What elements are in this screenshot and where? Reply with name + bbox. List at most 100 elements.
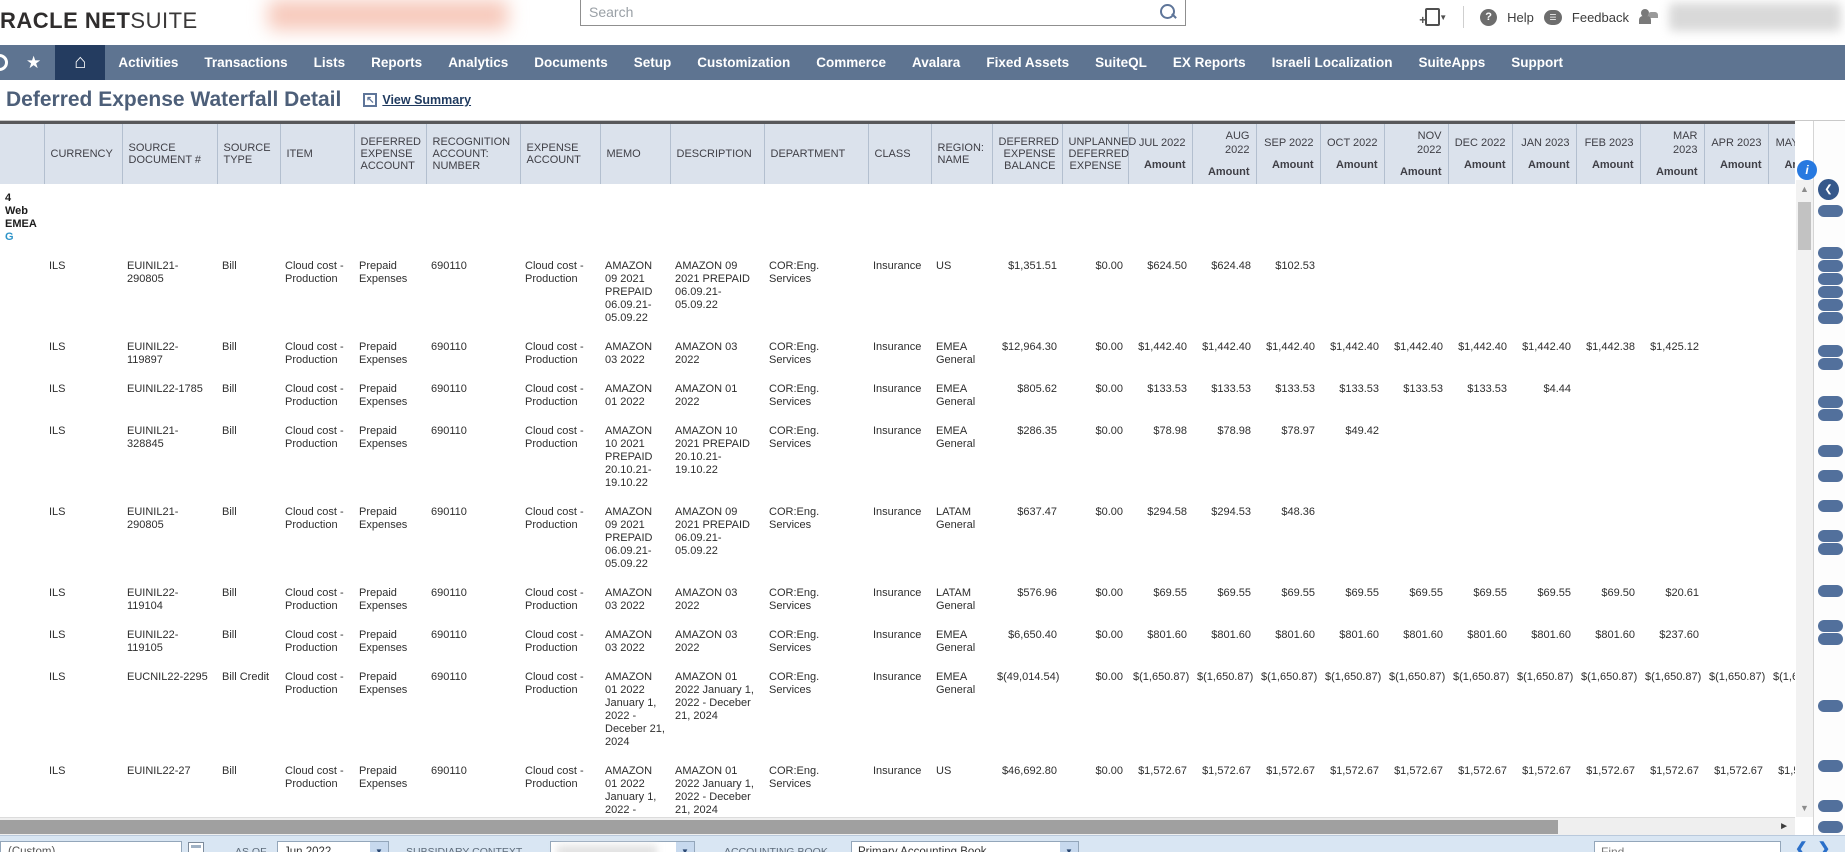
nav-item-documents[interactable]: Documents — [521, 55, 621, 70]
cell-class: Insurance — [873, 506, 922, 518]
month-column-header: APR 2023 Amount — [1703, 124, 1768, 184]
vertical-scroll-thumb[interactable] — [1798, 202, 1811, 250]
strip-pill[interactable] — [1818, 445, 1843, 457]
accounting-book-dropdown[interactable]: Primary Accounting Book ▼ — [851, 841, 1079, 852]
nav-item-lists[interactable]: Lists — [301, 55, 359, 70]
cell-recognition-account-number: 690110 — [431, 383, 467, 395]
page-next-icon[interactable]: ❯ — [1818, 839, 1831, 852]
report-table-viewport: CURRENCY SOURCE DOCUMENT # SOURCE TYPE ITEM… — [0, 121, 1795, 817]
accounting-book-value: Primary Accounting Book — [858, 846, 987, 852]
table-row: ILS EUCNIL22-2295 Bill Credit Cloud cost - … — [0, 668, 1795, 762]
feedback-icon[interactable]: ☰ — [1543, 9, 1562, 25]
strip-pill[interactable] — [1818, 409, 1843, 421]
strip-pill[interactable] — [1818, 247, 1843, 259]
subsidiary-dropdown[interactable]: ▼ — [550, 841, 695, 852]
cell-month-amount — [1320, 257, 1384, 338]
strip-pill[interactable] — [1818, 358, 1843, 370]
home-icon[interactable]: ⌂ — [55, 45, 106, 80]
search-icon[interactable] — [1159, 3, 1177, 21]
custom-range-field[interactable]: (Custom) — [0, 841, 182, 852]
table-row: ILS EUINIL21-290805 Bill Cloud cost - Produ… — [0, 257, 1795, 338]
help-icon[interactable]: ? — [1480, 8, 1498, 26]
caret-down-icon: ▼ — [1060, 842, 1078, 852]
cell-deferred-expense-balance: $576.96 — [1017, 587, 1057, 599]
nav-item-transactions[interactable]: Transactions — [191, 55, 300, 70]
strip-pill[interactable] — [1818, 286, 1843, 298]
nav-item-fixed-assets[interactable]: Fixed Assets — [973, 55, 1082, 70]
group-link-fragment[interactable]: G — [5, 231, 1795, 244]
strip-pill[interactable] — [1818, 345, 1843, 357]
strip-pill[interactable] — [1818, 585, 1843, 597]
view-summary-link[interactable]: ↖ View Summary — [363, 93, 471, 107]
cell-region: EMEA General — [936, 671, 976, 696]
cell-month-amount: $1,572.67 — [1458, 765, 1507, 777]
cell-expense-account: Cloud cost - Production — [525, 383, 584, 408]
strip-pill[interactable] — [1818, 821, 1843, 833]
cell-expense-account: Cloud cost - Production — [525, 629, 584, 654]
strip-pill[interactable] — [1818, 273, 1843, 285]
nav-item-activities[interactable]: Activities — [105, 55, 191, 70]
strip-pill[interactable] — [1818, 470, 1843, 482]
cell-region: US — [936, 765, 952, 777]
collapse-panel-icon[interactable]: ❮ — [1818, 179, 1839, 200]
nav-item-ex-reports[interactable]: EX Reports — [1160, 55, 1259, 70]
nav-item-avalara[interactable]: Avalara — [899, 55, 973, 70]
cell-deferred-expense-balance: $637.47 — [1017, 506, 1057, 518]
strip-pill[interactable] — [1818, 543, 1843, 555]
strip-pill[interactable] — [1818, 260, 1843, 272]
strip-pill[interactable] — [1818, 500, 1843, 512]
cell-month-amount: $(1,650.87) — [1453, 671, 1510, 683]
strip-pill[interactable] — [1818, 620, 1843, 632]
strip-pill[interactable] — [1818, 700, 1843, 712]
scroll-down-icon[interactable]: ▼ — [1796, 803, 1813, 813]
strip-pill[interactable] — [1818, 633, 1843, 645]
roles-menu-button[interactable]: ▼ — [1419, 7, 1447, 27]
cell-recognition-account-number: 690110 — [431, 425, 467, 437]
horizontal-scroll-thumb[interactable] — [0, 820, 1558, 834]
user-roles-icon[interactable] — [1639, 9, 1659, 25]
feedback-link[interactable]: Feedback — [1572, 10, 1629, 25]
cell-unplanned-deferred-expense: $0.00 — [1095, 765, 1123, 777]
nav-item-suiteql[interactable]: SuiteQL — [1082, 55, 1160, 70]
cell-month-amount: $20.61 — [1665, 587, 1699, 599]
nav-item-commerce[interactable]: Commerce — [803, 55, 899, 70]
cell-month-amount: $1,572.67 — [1714, 765, 1763, 777]
cell-month-amount: $801.60 — [1467, 629, 1507, 641]
strip-pill[interactable] — [1818, 800, 1843, 812]
strip-pill[interactable] — [1818, 530, 1843, 542]
cell-source-type: Bill — [222, 425, 237, 437]
nav-item-analytics[interactable]: Analytics — [435, 55, 521, 70]
cell-month-amount — [1768, 380, 1795, 422]
strip-pill[interactable] — [1818, 299, 1843, 311]
nav-item-support[interactable]: Support — [1498, 55, 1576, 70]
nav-item-israeli-localization[interactable]: Israeli Localization — [1259, 55, 1406, 70]
cell-class: Insurance — [873, 587, 922, 599]
nav-item-suiteapps[interactable]: SuiteApps — [1405, 55, 1498, 70]
cell-expense-account: Cloud cost - Production — [525, 671, 584, 696]
row-gutter — [0, 762, 44, 817]
cell-deferred-expense-balance: $805.62 — [1017, 383, 1057, 395]
strip-pill[interactable] — [1818, 396, 1843, 408]
strip-pill[interactable] — [1818, 312, 1843, 324]
nav-item-reports[interactable]: Reports — [358, 55, 435, 70]
cell-recognition-account-number: 690110 — [431, 629, 467, 641]
nav-item-setup[interactable]: Setup — [621, 55, 685, 70]
help-link[interactable]: Help — [1507, 10, 1534, 25]
info-icon[interactable]: i — [1797, 160, 1817, 180]
page-prev-icon[interactable]: ❮ — [1795, 839, 1808, 852]
find-input[interactable]: Find — [1594, 841, 1781, 852]
vertical-scrollbar[interactable]: ▲ ▼ — [1796, 180, 1813, 817]
search-input[interactable] — [581, 4, 1159, 20]
scroll-right-icon[interactable]: ► — [1779, 821, 1789, 832]
calendar-icon[interactable] — [188, 842, 204, 852]
scroll-up-icon[interactable]: ▲ — [1796, 184, 1813, 194]
cell-month-amount: $69.55 — [1473, 587, 1507, 599]
as-of-dropdown[interactable]: Jun 2022 ▼ — [277, 841, 389, 852]
strip-pill[interactable] — [1818, 205, 1843, 217]
horizontal-scrollbar[interactable]: ► — [0, 817, 1795, 835]
cell-description: AMAZON 01 2022 January 1, 2022 - Deceber… — [675, 765, 754, 816]
cell-month-amount — [1704, 380, 1768, 422]
shortcuts-star-icon[interactable]: ★ — [0, 45, 55, 80]
strip-pill[interactable] — [1818, 760, 1843, 772]
nav-item-customization[interactable]: Customization — [684, 55, 803, 70]
